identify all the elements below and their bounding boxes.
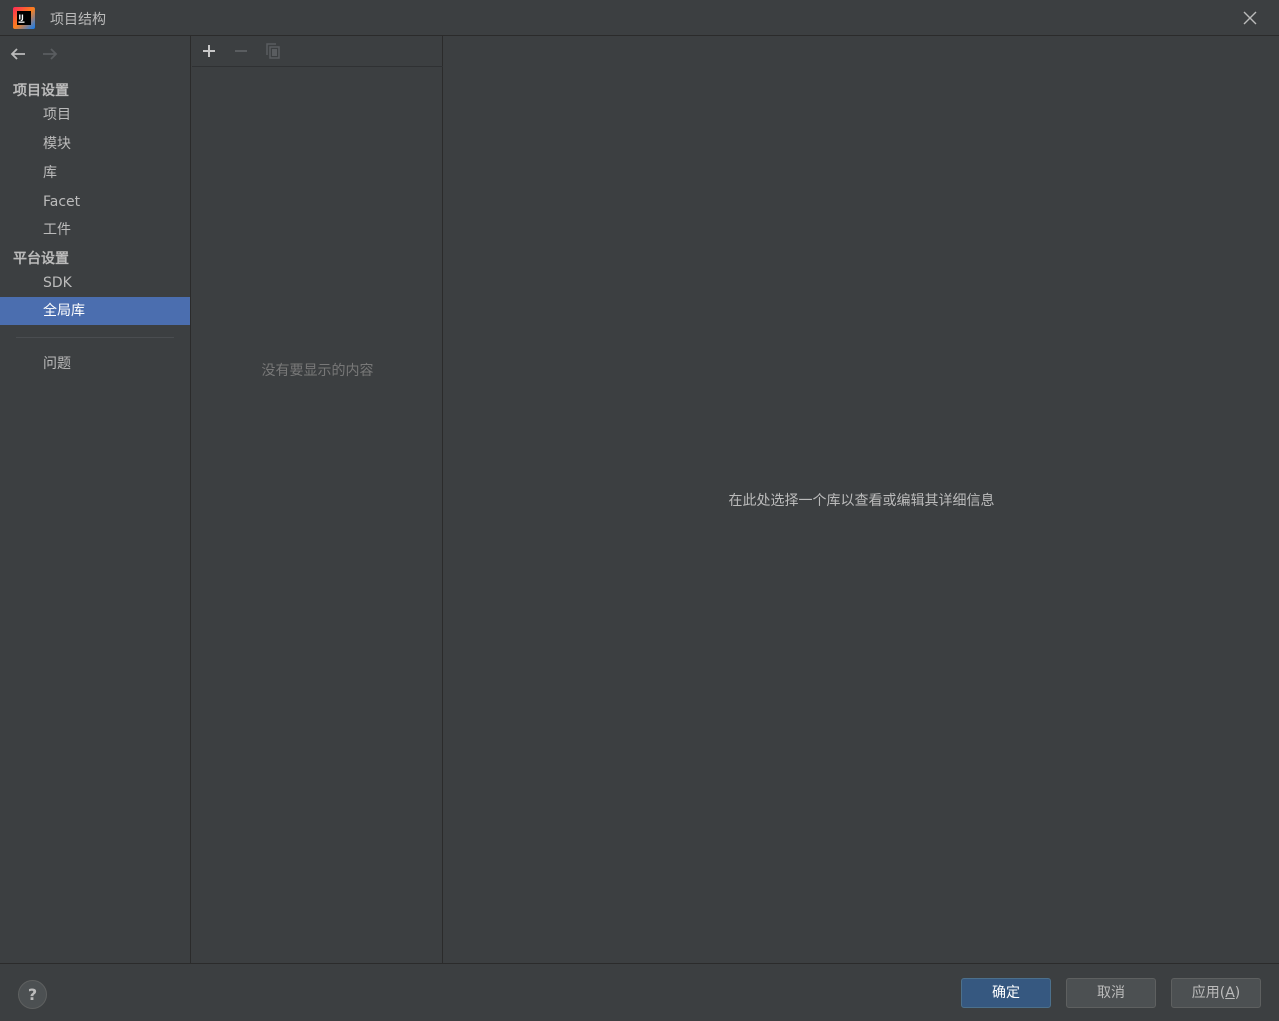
ok-button[interactable]: 确定 (961, 978, 1051, 1008)
window-title: 项目结构 (50, 12, 106, 28)
sidebar-item-modules[interactable]: 模块 (0, 130, 190, 158)
detail-hint-text: 在此处选择一个库以查看或编辑其详细信息 (728, 493, 995, 509)
sidebar-item-problems[interactable]: 问题 (0, 350, 190, 378)
help-button[interactable]: ? (18, 980, 47, 1009)
dialog-button-bar: ? 确定 取消 应用(A) (0, 963, 1279, 1021)
back-arrow-icon[interactable] (8, 44, 28, 64)
sidebar-item-project[interactable]: 项目 (0, 101, 190, 129)
apply-label-prefix: 应用( (1191, 985, 1226, 1001)
sidebar-item-sdk[interactable]: SDK (0, 269, 190, 297)
project-structure-dialog: IJ 项目结构 项目设置 项目 模块 库 Facet 工件 平台设置 SDK 全… (0, 0, 1279, 1021)
library-list-pane: 没有要显示的内容 (192, 36, 443, 963)
sidebar-item-facets[interactable]: Facet (0, 188, 190, 216)
copy-icon[interactable] (264, 42, 282, 60)
section-header-project-settings: 项目设置 (13, 83, 69, 99)
sidebar-item-global-libraries[interactable]: 全局库 (0, 297, 190, 325)
section-header-platform-settings: 平台设置 (13, 251, 69, 267)
remove-icon[interactable] (232, 42, 250, 60)
empty-list-message: 没有要显示的内容 (261, 363, 374, 379)
apply-button[interactable]: 应用(A) (1171, 978, 1261, 1008)
settings-sidebar: 项目设置 项目 模块 库 Facet 工件 平台设置 SDK 全局库 问题 (0, 36, 191, 963)
library-detail-pane: 在此处选择一个库以查看或编辑其详细信息 (444, 36, 1279, 963)
sidebar-divider (16, 337, 174, 338)
list-toolbar (192, 36, 443, 67)
cancel-button[interactable]: 取消 (1066, 978, 1156, 1008)
add-icon[interactable] (200, 42, 218, 60)
sidebar-item-artifacts[interactable]: 工件 (0, 216, 190, 244)
svg-text:IJ: IJ (19, 14, 24, 22)
forward-arrow-icon[interactable] (40, 44, 60, 64)
sidebar-item-libraries[interactable]: 库 (0, 159, 190, 187)
title-bar: IJ 项目结构 (0, 0, 1279, 36)
close-icon[interactable] (1241, 9, 1259, 27)
apply-mnemonic: A (1225, 985, 1235, 1001)
intellij-logo-icon: IJ (13, 7, 35, 29)
apply-label-suffix: ) (1234, 985, 1241, 1001)
